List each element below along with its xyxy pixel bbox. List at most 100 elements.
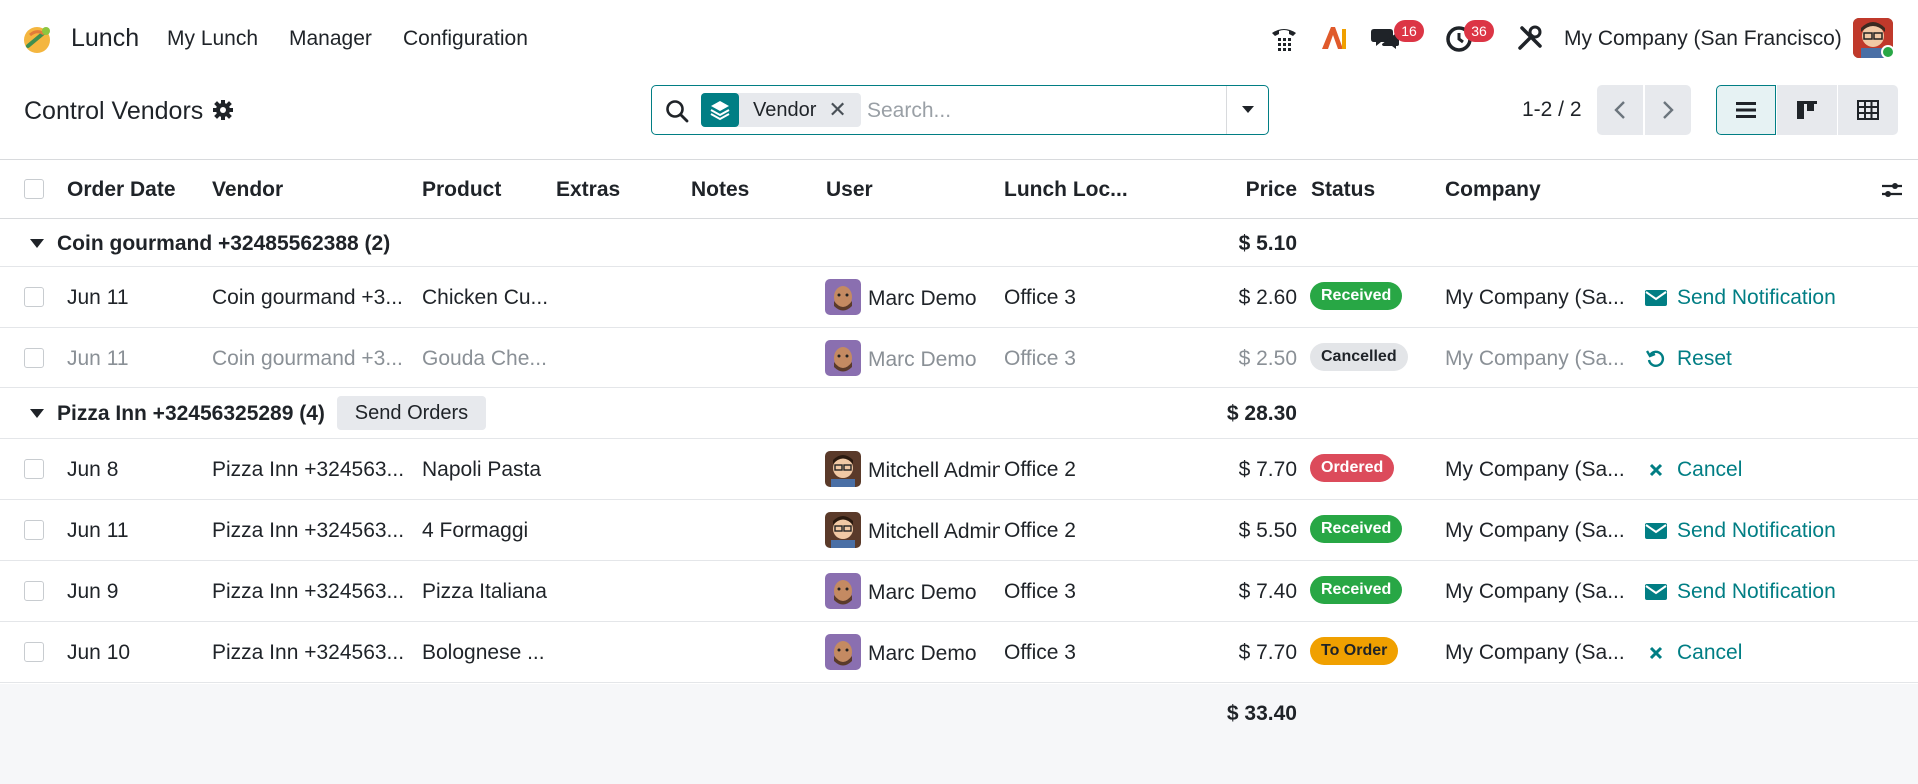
table-row[interactable]: Jun 11 Coin gourmand +3... Gouda Che... … (0, 328, 1918, 388)
row-checkbox[interactable] (24, 459, 44, 479)
user: Marc Demo (868, 287, 977, 310)
lunch-location: Office 3 (1004, 641, 1076, 664)
reset-button[interactable]: Reset (1645, 347, 1732, 371)
phone-icon[interactable] (1268, 22, 1300, 54)
search-input[interactable] (867, 94, 1227, 128)
column-company[interactable]: Company (1445, 178, 1541, 202)
marc-demo-avatar (825, 573, 861, 609)
vendor: Pizza Inn +324563... (212, 580, 405, 603)
row-checkbox[interactable] (24, 348, 44, 368)
send-orders-button[interactable]: Send Orders (337, 396, 486, 430)
action-label: Cancel (1677, 458, 1743, 481)
column-status[interactable]: Status (1311, 178, 1375, 202)
action-label: Reset (1677, 347, 1732, 370)
price: $ 2.60 (1238, 286, 1297, 309)
price: $ 5.50 (1238, 519, 1297, 542)
pager-next-button[interactable] (1645, 85, 1691, 135)
kanban-view-button[interactable] (1777, 85, 1837, 135)
caret-down-icon[interactable] (30, 409, 44, 418)
table-row[interactable]: Jun 8 Pizza Inn +324563... Napoli Pasta … (0, 439, 1918, 500)
user: Marc Demo (868, 642, 977, 665)
status-badge: Received (1310, 282, 1403, 310)
order-date: Jun 9 (67, 580, 119, 603)
order-date: Jun 11 (67, 347, 129, 370)
mitchell-admin-avatar (825, 512, 861, 548)
status-badge: Received (1310, 515, 1403, 543)
company: My Company (Sa... (1445, 519, 1625, 542)
row-checkbox[interactable] (24, 520, 44, 540)
optional-columns-icon[interactable] (1880, 178, 1904, 202)
column-order-date[interactable]: Order Date (67, 178, 176, 202)
row-checkbox[interactable] (24, 581, 44, 601)
vendor: Pizza Inn +324563... (212, 458, 405, 481)
table-row[interactable]: Jun 11 Pizza Inn +324563... 4 Formaggi M… (0, 500, 1918, 561)
user: Marc Demo (868, 581, 977, 604)
column-user[interactable]: User (826, 178, 873, 202)
page-title: Control Vendors (24, 97, 204, 125)
column-vendor[interactable]: Vendor (212, 178, 283, 202)
select-all-checkbox[interactable] (24, 179, 44, 199)
list-icon (1736, 102, 1756, 118)
ai-icon[interactable] (1318, 22, 1350, 54)
search-options-toggle[interactable] (1227, 86, 1269, 134)
product: Napoli Pasta (422, 458, 542, 481)
caret-down-icon[interactable] (30, 239, 44, 248)
column-product[interactable]: Product (422, 178, 501, 202)
vendor-groupby-facet: Vendor ✕ (701, 93, 861, 127)
send-notification-button[interactable]: Send Notification (1645, 519, 1836, 543)
menu-manager[interactable]: Manager (289, 27, 372, 51)
group-title[interactable]: Coin gourmand +32485562388 (2) (57, 232, 390, 256)
send-notification-button[interactable]: Send Notification (1645, 580, 1836, 604)
cancel-button[interactable]: Cancel (1645, 641, 1742, 665)
column-notes[interactable]: Notes (691, 178, 749, 202)
row-checkbox[interactable] (24, 642, 44, 662)
group-row-coin-gourmand[interactable]: Coin gourmand +32485562388 (2) $ 5.10 (0, 219, 1918, 267)
lunch-location: Office 3 (1004, 580, 1076, 603)
search-icon[interactable] (664, 98, 690, 124)
envelope-icon (1645, 287, 1667, 309)
price: $ 2.50 (1238, 347, 1297, 370)
column-price[interactable]: Price (1246, 178, 1297, 202)
cancel-button[interactable]: Cancel (1645, 458, 1742, 482)
company-switcher[interactable]: My Company (San Francisco) (1564, 27, 1842, 51)
undo-icon (1645, 348, 1667, 370)
company: My Company (Sa... (1445, 458, 1625, 481)
close-icon (1645, 642, 1667, 664)
facet-remove-icon[interactable]: ✕ (828, 97, 846, 123)
user: Mitchell Admin (868, 459, 1000, 482)
table-row[interactable]: Jun 10 Pizza Inn +324563... Bolognese ..… (0, 622, 1918, 683)
search-bar: Vendor ✕ (651, 85, 1269, 135)
layers-icon (701, 93, 739, 127)
kanban-icon (1797, 101, 1817, 119)
group-row-pizza-inn[interactable]: Pizza Inn +32456325289 (4) Send Orders $… (0, 388, 1918, 439)
column-extras[interactable]: Extras (556, 178, 620, 202)
action-label: Send Notification (1677, 519, 1836, 542)
status-badge: Ordered (1310, 454, 1395, 482)
app-name[interactable]: Lunch (71, 24, 139, 53)
debug-tools-icon[interactable] (1514, 22, 1546, 54)
order-date: Jun 11 (67, 286, 129, 309)
table-grid-icon (1857, 100, 1879, 120)
status-badge: Cancelled (1310, 343, 1408, 371)
order-date: Jun 10 (67, 641, 131, 664)
column-lunch-location[interactable]: Lunch Loc... (1004, 178, 1128, 202)
pager-previous-button[interactable] (1597, 85, 1643, 135)
table-footer (0, 684, 1918, 784)
send-notification-button[interactable]: Send Notification (1645, 286, 1836, 310)
group-title[interactable]: Pizza Inn +32456325289 (4) (57, 402, 325, 426)
menu-my-lunch[interactable]: My Lunch (167, 27, 258, 51)
list-view-button[interactable] (1716, 85, 1776, 135)
price: $ 7.70 (1238, 641, 1297, 664)
row-checkbox[interactable] (24, 287, 44, 307)
gear-icon[interactable] (212, 99, 234, 121)
online-status-dot (1881, 45, 1895, 59)
activities-badge: 36 (1464, 20, 1494, 42)
menu-configuration[interactable]: Configuration (403, 27, 528, 51)
table-row[interactable]: Jun 9 Pizza Inn +324563... Pizza Italian… (0, 561, 1918, 622)
pivot-view-button[interactable] (1838, 85, 1898, 135)
table-row[interactable]: Jun 11 Coin gourmand +3... Chicken Cu...… (0, 267, 1918, 328)
pager-value[interactable]: 1-2 / 2 (1522, 98, 1582, 122)
company: My Company (Sa... (1445, 580, 1625, 603)
order-date: Jun 8 (67, 458, 119, 481)
lunch-app-icon[interactable] (20, 21, 56, 57)
